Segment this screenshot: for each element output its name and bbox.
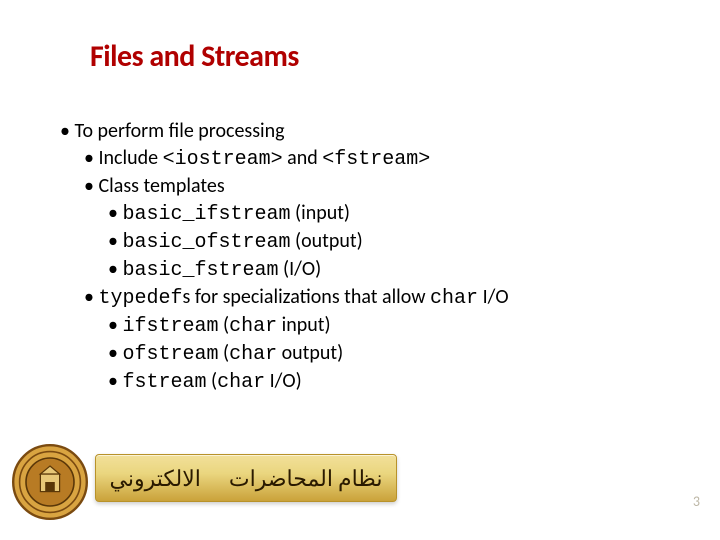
bullet-text: (output) xyxy=(291,229,363,253)
bullet-l3: ifstream (char input) xyxy=(108,312,509,340)
bullet-text: I/O xyxy=(478,285,509,309)
bullet-text: input) xyxy=(277,313,330,337)
bullet-l3: basic_fstream (I/O) xyxy=(108,256,509,284)
bullet-text: (I/O) xyxy=(279,257,322,281)
bullet-l3: basic_ofstream (output) xyxy=(108,228,509,256)
slide: Files and Streams To perform file proces… xyxy=(0,0,720,540)
code-span: char xyxy=(217,371,265,394)
bullet-text: I/O) xyxy=(265,369,302,393)
footer-text-left: الالكتروني xyxy=(110,465,201,492)
bullet-text: and xyxy=(283,146,323,170)
bullet-text: ( xyxy=(219,341,230,365)
bullet-text: output) xyxy=(277,341,343,365)
code-span: basic_fstream xyxy=(122,259,278,282)
code-span: typedef xyxy=(98,287,182,310)
bullet-l3: basic_ifstream (input) xyxy=(108,200,509,228)
code-span: char xyxy=(430,287,478,310)
code-span: <fstream> xyxy=(322,148,430,171)
slide-title: Files and Streams xyxy=(90,38,299,75)
bullet-text: ( xyxy=(207,369,218,393)
footer-text-right: نظام المحاضرات xyxy=(229,465,383,492)
content-block: To perform file processing Include <iost… xyxy=(60,118,509,396)
bullet-l2: Include <iostream> and <fstream> xyxy=(84,145,509,173)
bullet-l3: fstream (char I/O) xyxy=(108,368,509,396)
bullet-text: s for specializations that allow xyxy=(183,285,431,309)
seal-icon xyxy=(10,442,90,522)
footer-bar: نظام المحاضرات الالكتروني xyxy=(95,454,397,502)
code-span: fstream xyxy=(122,371,206,394)
code-span: <iostream> xyxy=(163,148,283,171)
bullet-text: To perform file processing xyxy=(74,119,284,143)
code-span: char xyxy=(229,315,277,338)
code-span: char xyxy=(229,343,277,366)
code-span: ofstream xyxy=(122,343,218,366)
code-span: basic_ifstream xyxy=(122,203,290,226)
bullet-l1: To perform file processing xyxy=(60,118,509,145)
bullet-l2: typedefs for specializations that allow … xyxy=(84,284,509,312)
code-span: basic_ofstream xyxy=(122,231,290,254)
bullet-text: (input) xyxy=(291,201,350,225)
bullet-text: ( xyxy=(219,313,230,337)
bullet-l3: ofstream (char output) xyxy=(108,340,509,368)
bullet-text: Include xyxy=(98,146,162,170)
bullet-l2: Class templates xyxy=(84,173,509,200)
code-span: ifstream xyxy=(122,315,218,338)
page-number: 3 xyxy=(693,493,700,510)
bullet-text: Class templates xyxy=(98,174,224,198)
